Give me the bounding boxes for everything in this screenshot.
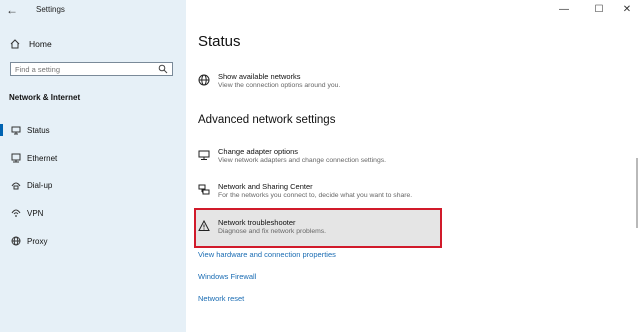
home-icon bbox=[10, 39, 20, 49]
sidebar-item-ethernet[interactable]: Ethernet bbox=[0, 151, 186, 165]
sidebar-item-vpn[interactable]: VPN bbox=[0, 206, 186, 220]
home-label: Home bbox=[29, 39, 52, 49]
sidebar-item-label: Ethernet bbox=[27, 153, 58, 163]
close-button[interactable]: ✕ bbox=[619, 3, 635, 17]
page-title: Status bbox=[198, 33, 241, 50]
row-description: For the networks you connect to, decide … bbox=[218, 192, 413, 199]
adapter-icon bbox=[198, 149, 210, 161]
sidebar-item-proxy[interactable]: Proxy bbox=[0, 234, 186, 248]
maximize-button[interactable]: ☐ bbox=[591, 3, 607, 17]
sidebar-item-label: Status bbox=[27, 125, 50, 135]
network-reset-link[interactable]: Network reset bbox=[198, 294, 244, 303]
warning-icon bbox=[198, 220, 210, 232]
status-icon bbox=[11, 125, 21, 135]
row-title: Show available networks bbox=[218, 72, 301, 81]
sharing-center-icon bbox=[198, 184, 210, 196]
view-hardware-link[interactable]: View hardware and connection properties bbox=[198, 250, 336, 259]
window-title: Settings bbox=[36, 5, 65, 14]
sidebar-item-label: Proxy bbox=[27, 236, 48, 246]
row-description: Diagnose and fix network problems. bbox=[218, 228, 327, 235]
sidebar-item-label: Dial-up bbox=[27, 180, 53, 190]
title-bar: ← Settings — ☐ ✕ bbox=[0, 0, 640, 22]
row-description: View the connection options around you. bbox=[218, 82, 341, 89]
sidebar-group-title: Network & Internet bbox=[9, 93, 81, 102]
windows-firewall-link[interactable]: Windows Firewall bbox=[198, 272, 256, 281]
globe-icon bbox=[11, 236, 21, 246]
scrollbar-thumb[interactable] bbox=[636, 158, 638, 228]
row-description: View network adapters and change connect… bbox=[218, 157, 387, 164]
back-button[interactable]: ← bbox=[5, 3, 19, 17]
dial-up-icon bbox=[11, 180, 21, 190]
main-content: Status Show available networks View the … bbox=[186, 0, 640, 332]
selection-indicator bbox=[0, 124, 3, 136]
sidebar-home[interactable]: Home bbox=[10, 37, 52, 51]
search-input[interactable] bbox=[15, 64, 155, 74]
row-title: Change adapter options bbox=[218, 147, 299, 156]
sidebar-item-dial-up[interactable]: Dial-up bbox=[0, 178, 186, 192]
row-title: Network and Sharing Center bbox=[218, 182, 313, 191]
vpn-icon bbox=[11, 208, 21, 218]
sidebar: Home Network & Internet Status Ethernet bbox=[0, 0, 186, 332]
section-title: Advanced network settings bbox=[198, 114, 336, 126]
settings-window: Home Network & Internet Status Ethernet bbox=[0, 0, 640, 332]
minimize-button[interactable]: — bbox=[556, 3, 572, 17]
sidebar-item-status[interactable]: Status bbox=[0, 123, 186, 137]
row-title: Network troubleshooter bbox=[218, 218, 296, 227]
globe-icon bbox=[198, 74, 210, 86]
search-icon[interactable] bbox=[158, 64, 168, 74]
ethernet-icon bbox=[11, 153, 21, 163]
sidebar-item-label: VPN bbox=[27, 208, 44, 218]
search-box[interactable] bbox=[10, 62, 173, 76]
